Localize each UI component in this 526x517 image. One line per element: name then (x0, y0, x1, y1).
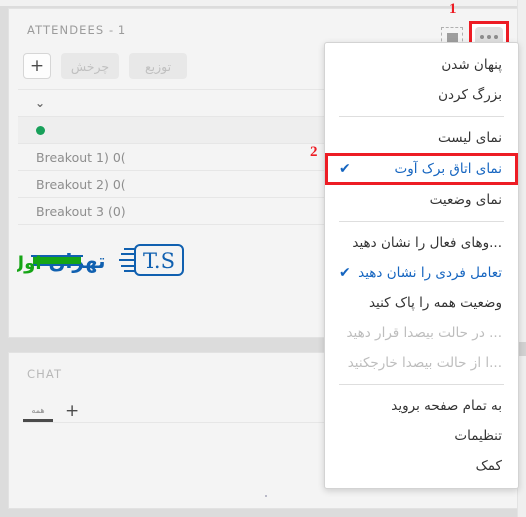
menu-item-clear-everyone-status[interactable]: وضعیت همه را پاک کنید (325, 288, 518, 318)
distribute-button[interactable]: توزیع (129, 53, 187, 79)
status-dot-online (36, 125, 45, 135)
add-chat-tab-button[interactable]: + (65, 403, 79, 422)
menu-item-mute-attendees: ... در حالت بیصدا قرار دهید (325, 318, 518, 348)
menu-item-clear-everyone-status-label: وضعیت همه را پاک کنید (368, 295, 502, 311)
menu-item-show-individual-interaction[interactable]: تعامل فردی را نشان دهید ✔ (325, 258, 518, 288)
window-top-edge (0, 0, 526, 6)
menu-item-breakout-room-view-label: نمای اتاق برک آوت (394, 161, 502, 177)
attendees-pod-title: ATTENDEES - 1 (27, 23, 126, 37)
menu-item-help-label: کمک (475, 458, 502, 474)
menu-item-hide[interactable]: پنهان شدن (325, 50, 518, 80)
menu-item-show-active-voices[interactable]: ...وهای فعال را نشان دهید (325, 228, 518, 258)
pod-layout-icon-glyph (446, 32, 458, 42)
pod-options-menu: پنهان شدن بزرگ کردن نمای لیست نمای اتاق … (324, 42, 519, 489)
chat-pod-title: CHAT (27, 367, 63, 381)
add-breakout-button[interactable]: + (23, 53, 51, 79)
more-dot-1 (480, 35, 484, 39)
menu-item-mute-attendees-label: ... در حالت بیصدا قرار دهید (346, 325, 502, 341)
chat-artifact-speck (265, 495, 267, 497)
menu-item-fullscreen[interactable]: به تمام صفحه بروید (325, 391, 518, 421)
menu-item-hide-label: پنهان شدن (441, 57, 502, 73)
rotate-button[interactable]: چرخش (61, 53, 119, 79)
menu-item-preferences-label: تنظیمات (454, 428, 502, 444)
more-dot-3 (494, 35, 498, 39)
checkmark-icon: ✔ (339, 161, 351, 177)
attendees-count: - 1 (109, 23, 126, 37)
attendees-toolbar: توزیع چرخش + (23, 53, 187, 79)
app-window: ATTENDEES - 1 توزیع چرخش + اتاق اصلی (1 (0, 0, 526, 517)
checkmark-icon: ✔ (339, 265, 351, 281)
annotation-label-2: 2 (310, 144, 318, 160)
more-dot-2 (487, 35, 491, 39)
menu-item-help[interactable]: کمک (325, 451, 518, 481)
menu-item-status-view[interactable]: نمای وضعیت (325, 185, 518, 215)
menu-separator-3 (339, 384, 504, 385)
menu-item-show-active-voices-label: ...وهای فعال را نشان دهید (352, 235, 502, 251)
menu-item-maximize[interactable]: بزرگ کردن (325, 80, 518, 110)
menu-separator-1 (339, 116, 504, 117)
menu-item-list-view-label: نمای لیست (437, 130, 502, 146)
scrollbar-thumb[interactable] (519, 342, 526, 356)
menu-item-unmute-attendees-label: ...ا از حالت بیصدا خارجکنید (347, 355, 502, 371)
menu-item-show-individual-interaction-label: تعامل فردی را نشان دهید (358, 265, 502, 281)
menu-item-status-view-label: نمای وضعیت (429, 192, 502, 208)
chat-tab-everyone[interactable]: همه (23, 407, 53, 422)
chevron-down-icon[interactable]: ⌄ (32, 96, 48, 110)
menu-separator-2 (339, 221, 504, 222)
attendees-title-text: ATTENDEES (27, 23, 105, 37)
menu-item-preferences[interactable]: تنظیمات (325, 421, 518, 451)
menu-item-fullscreen-label: به تمام صفحه بروید (391, 398, 502, 414)
annotation-label-1: 1 (449, 1, 457, 17)
menu-item-unmute-attendees: ...ا از حالت بیصدا خارجکنید (325, 348, 518, 378)
menu-item-list-view[interactable]: نمای لیست (325, 123, 518, 153)
menu-item-breakout-room-view[interactable]: نمای اتاق برک آوت ✔ (325, 153, 518, 185)
menu-item-maximize-label: بزرگ کردن (438, 87, 502, 103)
